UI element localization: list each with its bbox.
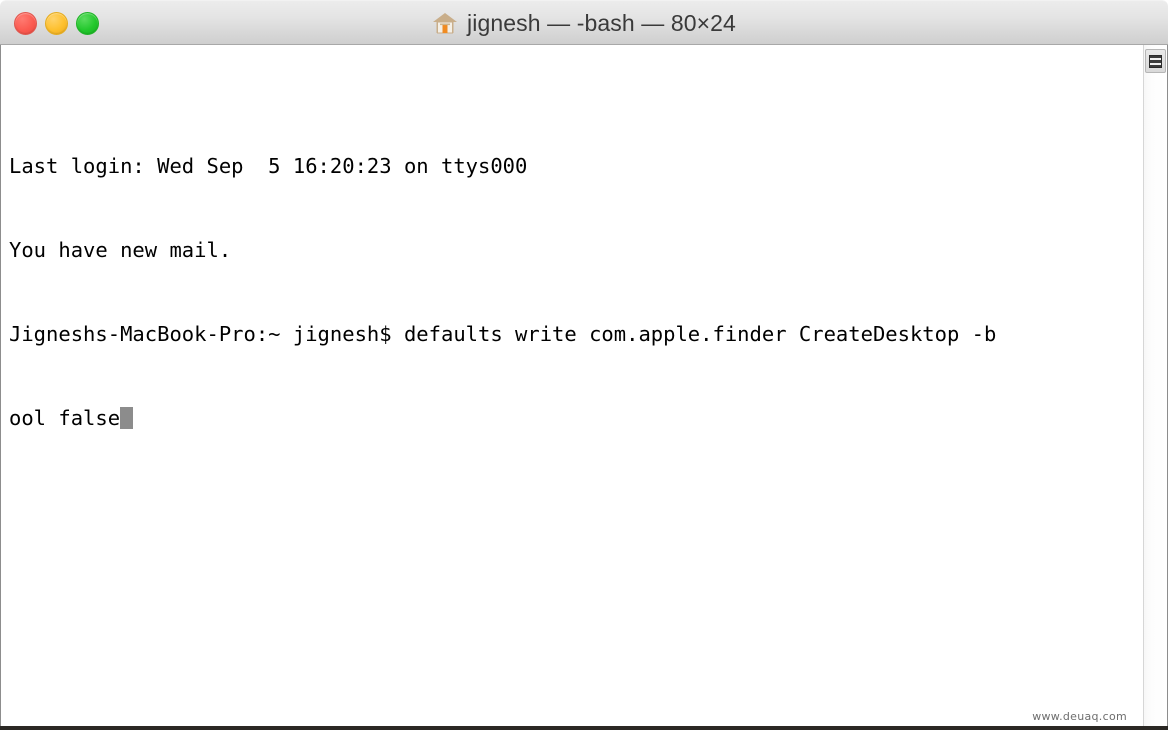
terminal-line: Last login: Wed Sep 5 16:20:23 on ttys00…: [9, 154, 528, 178]
close-button[interactable]: [14, 11, 37, 35]
scrollbar-thumb[interactable]: [1145, 49, 1166, 73]
watermark: www.deuaq.com: [1032, 710, 1127, 723]
terminal-line-text: ool false: [9, 406, 121, 430]
scroll-thumb-icon: [1149, 54, 1162, 68]
window-controls: [14, 1, 99, 45]
block-cursor-icon: [120, 407, 134, 429]
screen: jignesh — -bash — 80×24 Last login: Wed …: [0, 0, 1168, 734]
terminal-scrollbar[interactable]: [1143, 45, 1166, 726]
terminal-output[interactable]: Last login: Wed Sep 5 16:20:23 on ttys00…: [9, 96, 1132, 488]
window-title: jignesh — -bash — 80×24: [467, 9, 736, 36]
terminal-body[interactable]: Last login: Wed Sep 5 16:20:23 on ttys00…: [0, 45, 1168, 726]
terminal-window: jignesh — -bash — 80×24 Last login: Wed …: [0, 0, 1168, 730]
minimize-button[interactable]: [45, 11, 68, 35]
window-titlebar[interactable]: jignesh — -bash — 80×24: [0, 0, 1168, 45]
zoom-button[interactable]: [76, 11, 99, 35]
terminal-line: Jigneshs-MacBook-Pro:~ jignesh$ defaults…: [9, 322, 997, 346]
terminal-line-with-cursor: ool false: [9, 404, 1132, 432]
terminal-line: You have new mail.: [9, 238, 232, 262]
window-title-group: jignesh — -bash — 80×24: [0, 1, 1168, 45]
home-icon: [432, 11, 458, 35]
